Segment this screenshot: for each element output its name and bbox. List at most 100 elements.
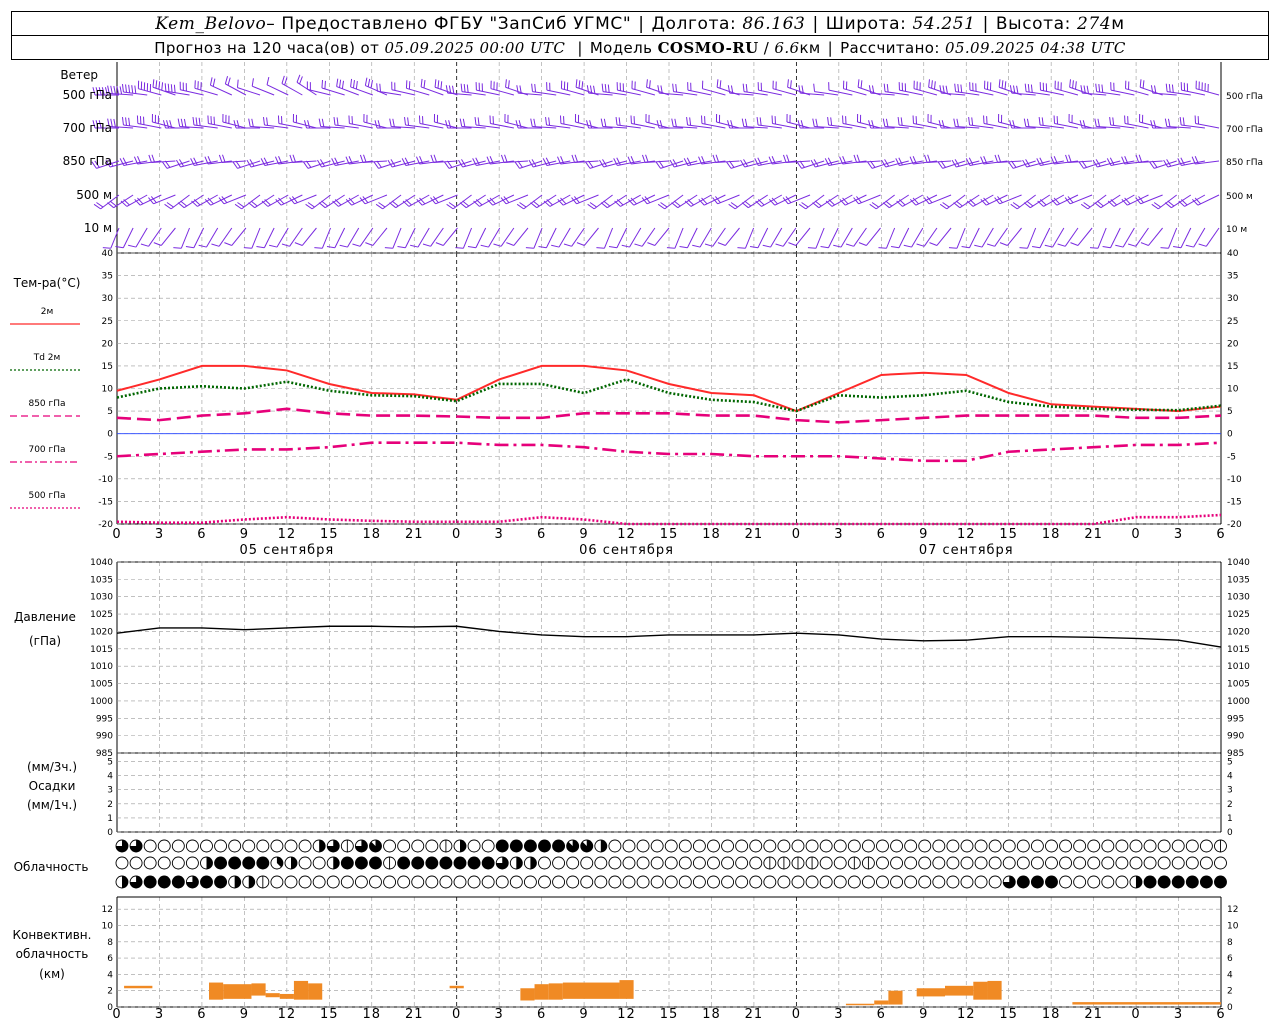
wind-barb-feather xyxy=(467,245,476,249)
wind-barb xyxy=(968,116,994,129)
cloud-circle xyxy=(749,856,763,870)
wind-barb xyxy=(1057,227,1079,247)
date-label: 07 сентября xyxy=(919,543,1014,558)
wind-barb xyxy=(191,194,218,207)
cloud-circle xyxy=(876,839,889,853)
wind-barb-feather xyxy=(885,118,889,127)
cloud-circle xyxy=(749,875,763,889)
wind-barb-feather xyxy=(281,243,290,247)
wind-barb xyxy=(1036,157,1064,166)
wind-barb-feather xyxy=(1004,81,1007,90)
cloud-circle xyxy=(890,875,904,889)
precip-ytick-right: 5 xyxy=(1227,757,1233,767)
wind-barb-feather xyxy=(956,118,959,127)
pressure-unit: (гПа) xyxy=(29,634,61,648)
wind-barb xyxy=(269,227,289,248)
wind-barb-feather xyxy=(868,85,872,94)
cloud-symbol xyxy=(749,875,763,889)
wind-barb xyxy=(762,227,783,248)
wind-barb-feather xyxy=(296,74,301,83)
cloud-circle xyxy=(777,839,791,853)
wind-barb xyxy=(614,194,642,207)
cloud-symbol xyxy=(129,856,143,870)
cloud-circle xyxy=(721,839,735,853)
cloud-symbol xyxy=(143,875,157,889)
cloud-symbol xyxy=(890,839,904,853)
cloud-symbol xyxy=(354,875,368,889)
cloud-symbol xyxy=(1087,839,1101,853)
cloud-circle xyxy=(636,875,650,889)
wind-barb-feather xyxy=(1086,85,1089,94)
cloud-fill xyxy=(122,876,128,888)
cloud-circle xyxy=(833,856,847,870)
wind-barb-feather xyxy=(505,79,507,88)
x-tick-label: 21 xyxy=(745,527,764,542)
cloud-fill xyxy=(524,840,537,852)
temp-ytick-right: 0 xyxy=(1227,430,1233,440)
wind-barb xyxy=(1124,115,1149,129)
cloud-fill xyxy=(200,876,213,888)
wind-barb-feather xyxy=(1030,84,1033,93)
wind-barb-feather xyxy=(860,80,863,89)
wind-barb xyxy=(148,154,176,164)
wind-barb xyxy=(352,227,374,247)
wind-barb-staff xyxy=(795,227,811,246)
cloud-circle xyxy=(1115,856,1129,870)
cloud-symbol xyxy=(157,839,171,853)
cloud-fill xyxy=(355,857,368,869)
precip-unit-3h: (мм/3ч.) xyxy=(27,760,77,774)
wind-barb xyxy=(828,82,853,96)
cloud-symbol xyxy=(552,875,566,889)
cloud-symbol xyxy=(1129,875,1143,889)
cloud-fill xyxy=(1158,876,1171,888)
wind-barb-feather xyxy=(376,83,378,92)
wind-level-left: 850 гПа xyxy=(63,154,112,168)
wind-barb-feather xyxy=(434,79,437,88)
wind-barb xyxy=(576,227,599,246)
x-tick-label: 0 xyxy=(792,527,801,542)
wind-barb-feather xyxy=(433,154,438,163)
wind-barb-feather xyxy=(1127,243,1136,247)
wind-barb-feather xyxy=(657,85,660,94)
cloud-symbol xyxy=(988,839,1002,853)
cloud-circle xyxy=(270,839,284,853)
wind-barb-feather xyxy=(692,244,701,248)
cloud-circle xyxy=(326,875,340,889)
cloud-circle xyxy=(819,856,833,870)
wind-barb-feather xyxy=(128,117,131,126)
wind-barb-feather xyxy=(578,80,581,89)
cloud-circle xyxy=(270,875,284,889)
wind-barb-feather xyxy=(125,84,128,93)
x-tick-label: 3 xyxy=(495,1007,504,1022)
cloud-symbol xyxy=(1073,856,1087,870)
cloud-fill xyxy=(1031,876,1044,888)
temp-ytick-right: 35 xyxy=(1227,272,1238,282)
wind-barb-feather xyxy=(185,245,194,249)
wind-barb-feather xyxy=(787,79,789,88)
wind-barb xyxy=(1185,227,1206,248)
wind-barb-feather xyxy=(974,244,983,248)
cloud-symbol xyxy=(721,875,735,889)
cloud-symbol xyxy=(171,856,185,870)
cloud-symbol xyxy=(650,839,664,853)
wind-barb-staff xyxy=(576,194,599,205)
conv-ytick-right: 2 xyxy=(1227,987,1233,997)
wind-barb xyxy=(712,154,740,164)
wind-barb-feather xyxy=(790,80,792,89)
wind-barb xyxy=(1037,194,1065,207)
wind-barb-staff xyxy=(237,87,261,96)
cloud-circle xyxy=(495,875,509,889)
wind-barb xyxy=(1065,154,1093,164)
wind-barb-feather xyxy=(451,85,455,94)
wind-barb-staff xyxy=(294,194,317,205)
cloud-symbol xyxy=(481,856,495,870)
wind-barb-feather xyxy=(1171,84,1174,93)
wind-barb-feather xyxy=(420,78,423,87)
wind-barb-staff xyxy=(1197,194,1220,206)
wind-barb-feather xyxy=(621,244,630,248)
wind-barb-feather xyxy=(374,120,378,129)
wind-barb-feather xyxy=(971,117,974,126)
wind-barb-feather xyxy=(180,118,184,127)
wind-barb-feather xyxy=(506,242,515,246)
cloud-symbol xyxy=(411,839,425,853)
